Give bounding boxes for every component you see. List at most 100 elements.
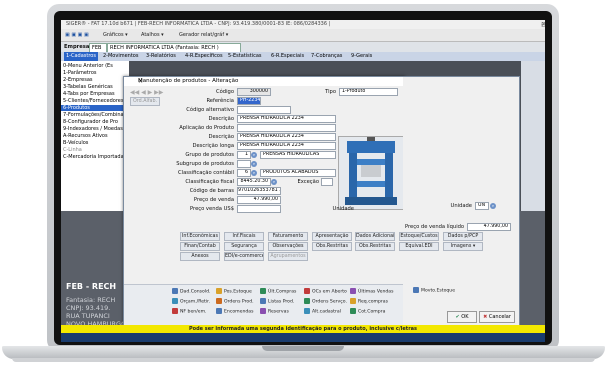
aplicacao-field[interactable]: [237, 124, 336, 132]
sidebar-item[interactable]: 5-Clientes/Fornecedores: [63, 98, 123, 104]
ultimas-vendas-action[interactable]: Últimas Vendas: [350, 288, 394, 295]
tipo-select[interactable]: 1-Produto: [339, 88, 398, 96]
menu-movimentos[interactable]: 2-Movimentos: [103, 52, 138, 61]
alt-cadastral-action[interactable]: Alt.cadastral: [304, 308, 341, 315]
toolbar-icons[interactable]: ▣ ▣ ▣ ▣: [65, 29, 89, 41]
atalhos-menu[interactable]: Atalhos ▾: [141, 29, 164, 41]
ok-button[interactable]: ✔ OK: [447, 311, 477, 323]
search-icon[interactable]: ⌕: [490, 203, 496, 209]
descricao2-field[interactable]: PRENSA HIDRAULICA 2234: [237, 133, 336, 141]
apresentacao-button[interactable]: Apresentação: [312, 232, 352, 241]
sidebar-item[interactable]: 8-Configurador de Pro: [63, 119, 118, 125]
menu-relatorios[interactable]: 3-Relatórios: [146, 52, 176, 61]
sidebar-item[interactable]: A-Recursos Ativos: [63, 133, 108, 139]
product-image: [338, 136, 404, 210]
observacoes-button[interactable]: Observações: [268, 242, 308, 251]
encomendas-action[interactable]: Encomendas: [216, 308, 254, 315]
excecao-label: Exceção: [297, 179, 319, 185]
sidebar-item[interactable]: 2-Empresas: [63, 77, 93, 83]
reservas-action[interactable]: Reservas: [260, 308, 289, 315]
gerador-menu[interactable]: Gerador relat/gráf ▾: [179, 29, 228, 41]
menu-r-especificos[interactable]: 4-R.Específicos: [185, 52, 223, 61]
laptop-notch: [262, 346, 344, 351]
dialog-close-icon[interactable]: ✕: [138, 77, 401, 86]
sidebar-item[interactable]: 4-Tabs por Empresas: [63, 91, 115, 97]
graficos-menu[interactable]: Gráficos ▾: [103, 29, 128, 41]
preco-liquido-label: Preço de venda líquido: [405, 224, 465, 230]
unidade-field[interactable]: UN: [475, 202, 489, 210]
cancel-button[interactable]: ✖ Cancelar: [479, 311, 515, 323]
dados-adicionais-button[interactable]: Dados Adicionais: [355, 232, 395, 241]
record-nav[interactable]: ◀◀ ◀ ▶ ▶▶: [130, 89, 163, 96]
sidebar-item[interactable]: 1-Parâmetros: [63, 70, 96, 76]
dad-consold-action[interactable]: Dad.Consold.: [172, 288, 211, 295]
preco-usd-field[interactable]: [237, 205, 281, 213]
sidebar-item[interactable]: 9-Indexadores / Moedas: [63, 126, 123, 132]
menu-estatisticas[interactable]: 5-Estatísticas: [228, 52, 262, 61]
ord-alfab-button[interactable]: Ord.Alfab.: [130, 97, 160, 106]
req-compras-action[interactable]: Req.compras: [350, 298, 388, 305]
company-short: FEB - RECH: [66, 282, 117, 291]
obs-restritas2-button[interactable]: Obs.Restritas: [355, 242, 395, 251]
search-icon[interactable]: ⌕: [251, 170, 257, 176]
obs-restritas-button[interactable]: Obs.Restritas: [312, 242, 352, 251]
sidebar-item[interactable]: C-Linha: [63, 147, 82, 153]
reservas-label: Reservas: [268, 309, 289, 315]
menu-r-especiais[interactable]: 6-R.Especiais: [271, 52, 304, 61]
nf-ben-em-action[interactable]: NF ben/em.: [172, 308, 207, 315]
excecao-field[interactable]: [321, 178, 333, 186]
codigo-field[interactable]: 300000: [237, 88, 271, 96]
inf-fiscais-button[interactable]: Inf.Fiscais: [224, 232, 264, 241]
inf-economicas-button[interactable]: Inf.Econômicas: [180, 232, 220, 241]
anexos-button[interactable]: Anexos: [180, 252, 220, 261]
referencia-field[interactable]: PH-2234: [237, 97, 261, 105]
cot-compra-action[interactable]: Cot.Compra: [350, 308, 385, 315]
sidebar-item[interactable]: 0-Menu Anterior (Es: [63, 63, 113, 69]
cod-barras-field[interactable]: 9701026353781 3: [237, 187, 281, 195]
ult-compras-action[interactable]: Últ.Compras: [260, 288, 296, 295]
window-buttons: – □ ×: [536, 20, 545, 29]
preco-venda-field[interactable]: 47.990,00: [237, 196, 281, 204]
grupo-code[interactable]: 1: [237, 151, 251, 159]
dados-pcp-button[interactable]: Dados p/PCP: [443, 232, 483, 241]
ocs-em-aberto-action[interactable]: OCs em Aberto: [304, 288, 347, 295]
cod-alternativo-field[interactable]: [237, 106, 291, 114]
classif-contabil-code[interactable]: 6: [237, 169, 251, 177]
ordens-servico-action[interactable]: Ordens Servço.: [304, 298, 347, 305]
menu-cobrancas[interactable]: 7-Cobranças: [311, 52, 342, 61]
equival-edi-button[interactable]: Equival.EDI: [399, 242, 439, 251]
pos-estoque-action[interactable]: Pos.Estoque: [216, 288, 252, 295]
edi-ecommerce-button[interactable]: EDI/e-commerce: [224, 252, 264, 261]
desc-longa-field[interactable]: PRENSA HIDRAULICA 2234: [237, 142, 336, 150]
estoque-custos-button[interactable]: Estoque/Custos: [399, 232, 439, 241]
search-icon[interactable]: ⌕: [251, 161, 257, 167]
sidebar-item[interactable]: C-Mercadoria Importada: [63, 154, 124, 160]
classif-fiscal-field[interactable]: 8445.20.30: [237, 178, 271, 186]
ok-label: OK: [461, 314, 469, 320]
descricao-field[interactable]: PRENSA HIDRAULICA 2234: [237, 115, 336, 123]
menu-cadastros[interactable]: 1-Cadastros: [64, 52, 98, 61]
seguranca-button[interactable]: Segurança: [224, 242, 264, 251]
dad-consold-label: Dad.Consold.: [180, 289, 211, 295]
imagens-button[interactable]: Imagens ▾: [443, 242, 483, 251]
classif-fiscal-label: Classificação fiscal: [185, 179, 234, 185]
nf-ben-em-label: NF ben/em.: [180, 309, 207, 315]
close-button[interactable]: ×: [541, 20, 545, 29]
movto-estoque-action[interactable]: Movto.Estoque: [413, 287, 455, 294]
sidebar-item[interactable]: B-Veículos: [63, 140, 88, 146]
finan-contab-button[interactable]: Finan/Contab: [180, 242, 220, 251]
subgrupo-code[interactable]: [237, 160, 251, 168]
ordens-prod-action[interactable]: Ordens Prod.: [216, 298, 254, 305]
dialog-titlebar: Manutenção de produtos - Alteração ✕: [124, 77, 404, 86]
sidebar-item-produtos[interactable]: 6-Produtos: [61, 105, 125, 111]
listas-prod-action[interactable]: Listas Prod.: [260, 298, 294, 305]
sidebar-item[interactable]: 3-Tabelas Genéricas: [63, 84, 113, 90]
faturamento-button[interactable]: Faturamento: [268, 232, 308, 241]
orcam-retir-action[interactable]: Orçam./Retir.: [172, 298, 210, 305]
menu-gerais[interactable]: 9-Gerais: [351, 52, 372, 61]
search-icon[interactable]: ⌕: [271, 179, 277, 185]
laptop-foot: [12, 358, 595, 362]
search-icon[interactable]: ⌕: [251, 152, 257, 158]
company-bar: Empresa FEB RECH INFORMATICA LTDA (Fanta…: [61, 42, 545, 53]
agrupamentos-button[interactable]: Agrupamentos: [268, 252, 308, 261]
